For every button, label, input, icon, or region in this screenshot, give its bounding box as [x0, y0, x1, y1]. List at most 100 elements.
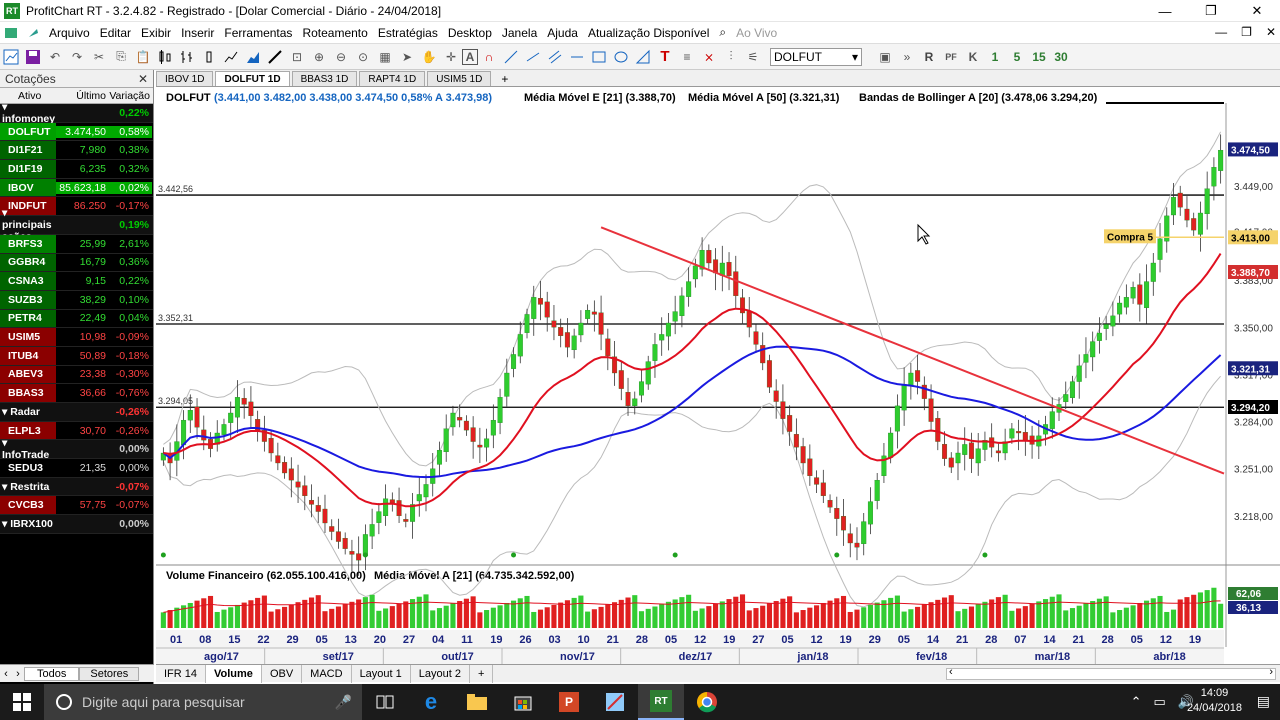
candle[interactable] — [1009, 428, 1015, 439]
volume-bar[interactable] — [1184, 597, 1190, 628]
candle[interactable] — [995, 450, 1001, 454]
quote-row[interactable]: USIM5 10,98 -0,09% — [0, 328, 153, 347]
delete-lines-icon[interactable]: ⨯ — [698, 46, 720, 68]
candle[interactable] — [511, 354, 517, 369]
volume-bar[interactable] — [867, 604, 874, 628]
volume-bar[interactable] — [901, 611, 907, 628]
candle[interactable] — [901, 384, 907, 411]
volume-bar[interactable] — [827, 600, 833, 628]
candle[interactable] — [1191, 218, 1197, 231]
candle[interactable] — [484, 438, 490, 448]
candle[interactable] — [1204, 188, 1210, 215]
volume-bar[interactable] — [1103, 596, 1109, 628]
volume-bar[interactable] — [228, 607, 234, 628]
volume-bar[interactable] — [1016, 608, 1022, 628]
menu-ajuda[interactable]: Ajuda — [542, 26, 583, 40]
volume-bar[interactable] — [201, 598, 207, 628]
taskbar-clock[interactable]: 14:09 24/04/2018 — [1187, 686, 1242, 716]
candle[interactable] — [908, 372, 914, 386]
chrome-icon[interactable] — [684, 684, 730, 720]
candle[interactable] — [867, 501, 873, 525]
quote-row[interactable]: PETR4 22,49 0,04% — [0, 309, 153, 329]
volume-bar[interactable] — [329, 608, 335, 628]
candle[interactable] — [187, 409, 193, 421]
candle[interactable] — [275, 455, 281, 464]
candle[interactable] — [329, 526, 335, 532]
volume-bar[interactable] — [746, 610, 752, 628]
candle[interactable] — [571, 335, 577, 351]
candle[interactable] — [228, 412, 234, 423]
volume-bar[interactable] — [814, 605, 820, 628]
volume-bar[interactable] — [1090, 601, 1096, 628]
candle[interactable] — [854, 542, 860, 548]
minimize-button[interactable]: — — [1142, 0, 1188, 22]
close-icon[interactable]: ✕ — [138, 72, 148, 86]
volume-bar[interactable] — [645, 608, 651, 628]
volume-bar[interactable] — [793, 612, 799, 628]
quote-group-row[interactable]: ▾ Restrita -0,07% — [0, 477, 153, 497]
volume-bar[interactable] — [1123, 607, 1129, 628]
candle[interactable] — [315, 505, 321, 512]
candle[interactable] — [733, 271, 739, 297]
candle[interactable] — [234, 397, 240, 418]
volume-bar[interactable] — [261, 595, 267, 628]
menu-roteamento[interactable]: Roteamento — [297, 26, 372, 40]
quote-row[interactable]: ITUB4 50,89 -0,18% — [0, 346, 153, 366]
volume-bar[interactable] — [665, 601, 671, 628]
volume-bar[interactable] — [288, 604, 294, 628]
candle[interactable] — [389, 499, 395, 504]
candle[interactable] — [201, 429, 207, 441]
volume-bar[interactable] — [1002, 594, 1008, 628]
candle[interactable] — [302, 485, 308, 497]
lines-icon[interactable]: ≡ — [676, 46, 698, 68]
edge-icon[interactable]: e — [408, 684, 454, 720]
volume-bar[interactable] — [362, 597, 368, 628]
ind-tab-obv[interactable]: OBV — [262, 664, 303, 683]
candle[interactable] — [645, 361, 651, 385]
notifications-icon[interactable]: ▤ — [1257, 693, 1270, 710]
volume-bar[interactable] — [1197, 592, 1203, 628]
candle[interactable] — [457, 417, 463, 421]
candle[interactable] — [490, 419, 496, 436]
volume-bar[interactable] — [396, 603, 402, 628]
volume-bar[interactable] — [840, 595, 847, 628]
calculator-icon[interactable]: ▣ — [874, 46, 896, 68]
volume-bar[interactable] — [787, 596, 793, 628]
candle[interactable] — [1016, 431, 1022, 434]
volume-bar[interactable] — [255, 597, 261, 628]
volume-bar[interactable] — [221, 609, 227, 628]
candle[interactable] — [1144, 281, 1150, 309]
volume-bar[interactable] — [457, 601, 463, 628]
period-15-button[interactable]: 15 — [1028, 46, 1050, 68]
candle[interactable] — [396, 500, 402, 517]
volume-bar[interactable] — [537, 609, 544, 628]
ray-icon[interactable] — [522, 46, 544, 68]
volume-bar[interactable] — [847, 611, 853, 628]
volume-bar[interactable] — [820, 602, 826, 628]
volume-bar[interactable] — [854, 609, 860, 628]
candle[interactable] — [1022, 431, 1028, 441]
file-explorer-icon[interactable] — [454, 684, 500, 720]
channel-icon[interactable] — [544, 46, 566, 68]
candle[interactable] — [942, 443, 948, 459]
volume-bar[interactable] — [524, 595, 530, 628]
volume-bar[interactable] — [1063, 610, 1069, 628]
candle[interactable] — [915, 370, 921, 382]
candle[interactable] — [268, 437, 274, 454]
volume-bar[interactable] — [874, 602, 880, 628]
candle[interactable] — [1197, 212, 1203, 235]
volume-bar[interactable] — [282, 606, 288, 628]
volume-bar[interactable] — [423, 594, 429, 628]
volume-bar[interactable] — [1009, 610, 1015, 628]
volume-bar[interactable] — [436, 608, 443, 628]
volume-bar[interactable] — [632, 595, 638, 628]
volume-bar[interactable] — [800, 610, 806, 628]
tab-todos[interactable]: Todos — [24, 666, 80, 681]
volume-bar[interactable] — [322, 611, 328, 628]
candle[interactable] — [1150, 262, 1156, 282]
candle[interactable] — [773, 390, 779, 402]
mdi-close-icon[interactable]: ✕ — [1266, 25, 1276, 39]
price-chart[interactable]: DOLFUT (3.441,00 3.482,00 3.438,00 3.474… — [156, 87, 1280, 664]
candle[interactable] — [349, 551, 355, 555]
candle[interactable] — [955, 452, 961, 464]
